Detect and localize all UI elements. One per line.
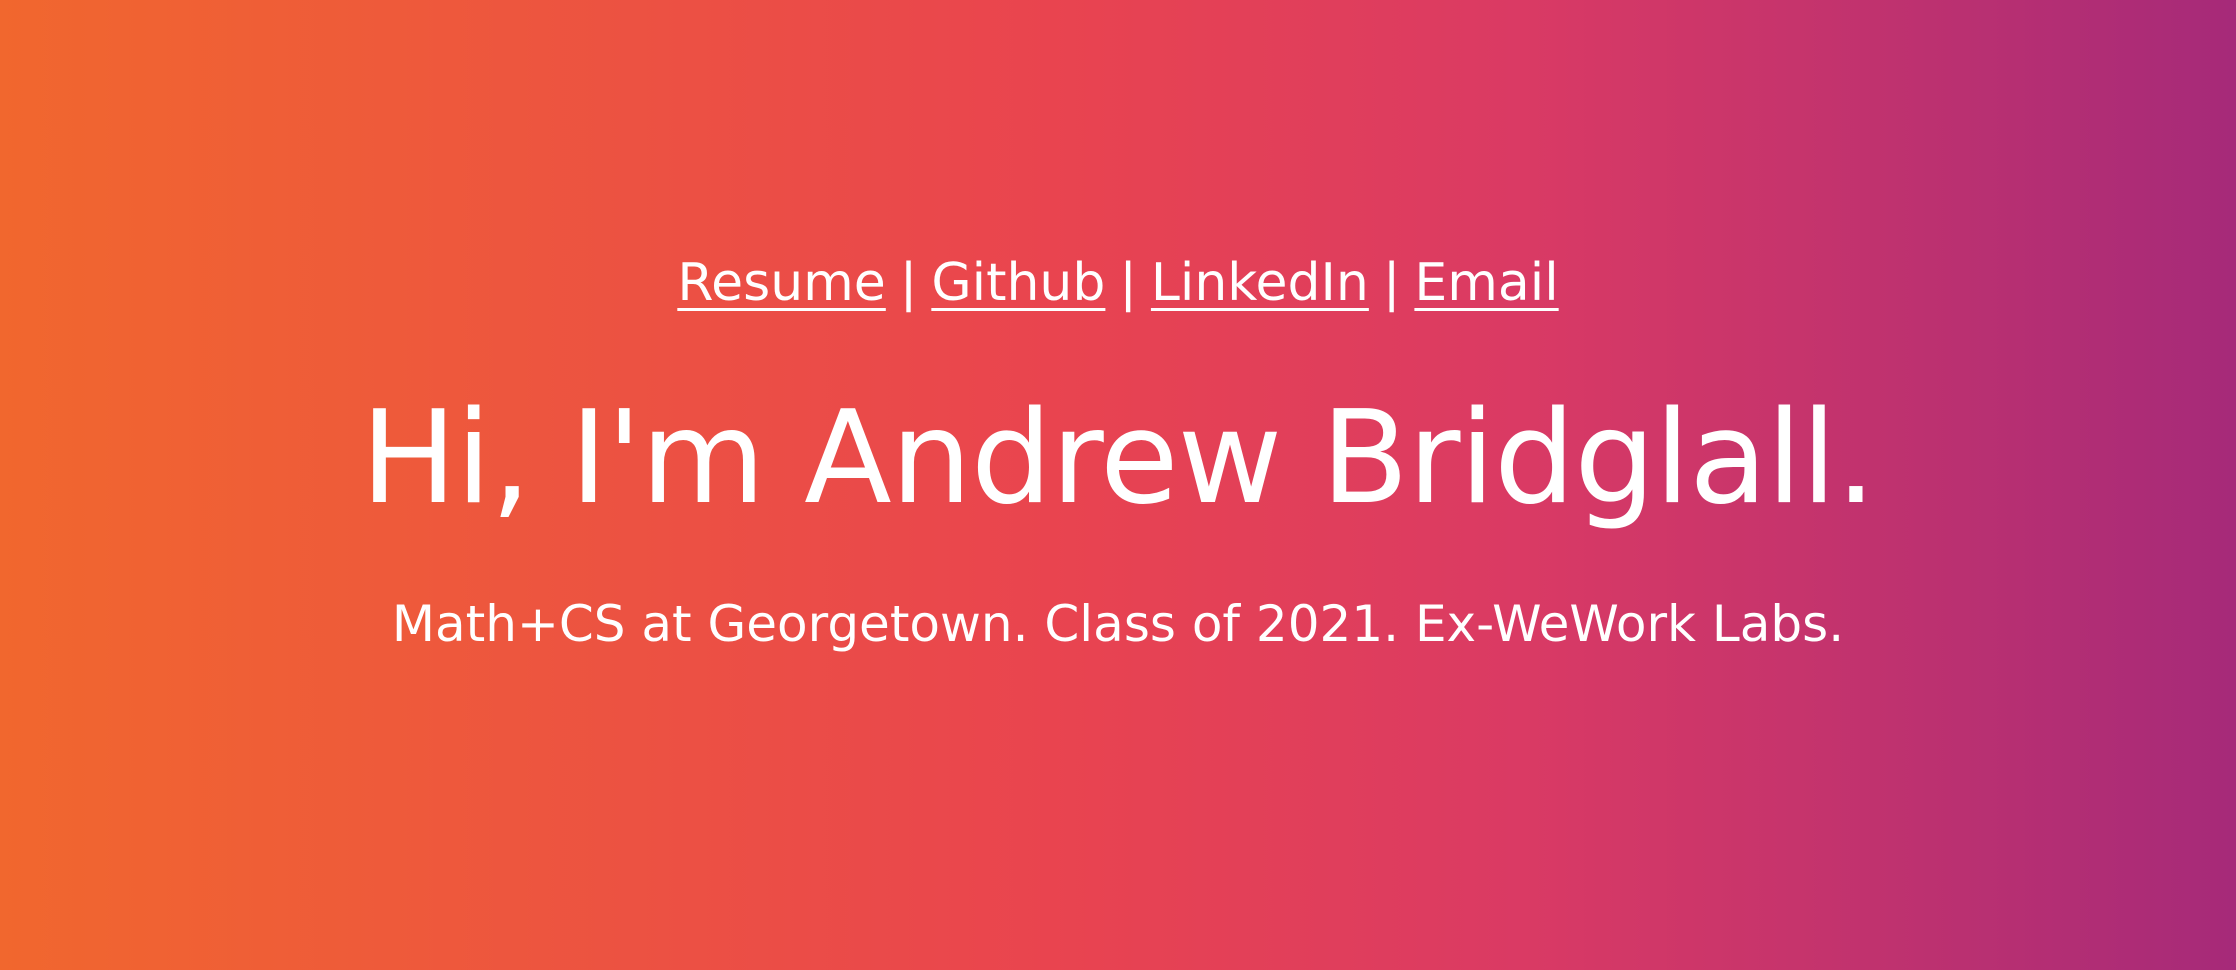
email-link[interactable]: Email: [1414, 253, 1558, 313]
link-separator: |: [1119, 253, 1137, 313]
page-title: Hi, I'm Andrew Bridglall.: [360, 384, 1877, 533]
top-links: Resume | Github | LinkedIn | Email: [0, 250, 2236, 316]
linkedin-link[interactable]: LinkedIn: [1151, 253, 1369, 313]
link-separator: |: [899, 253, 918, 313]
github-link[interactable]: Github: [931, 253, 1105, 313]
hero-section: Resume | Github | LinkedIn | Email Hi, I'm And…: [0, 0, 2236, 970]
resume-link[interactable]: Resume: [677, 253, 885, 313]
link-separator: |: [1382, 253, 1401, 313]
tagline: Math+CS at Georgetown. Class of 2021. Ex…: [391, 595, 1845, 653]
